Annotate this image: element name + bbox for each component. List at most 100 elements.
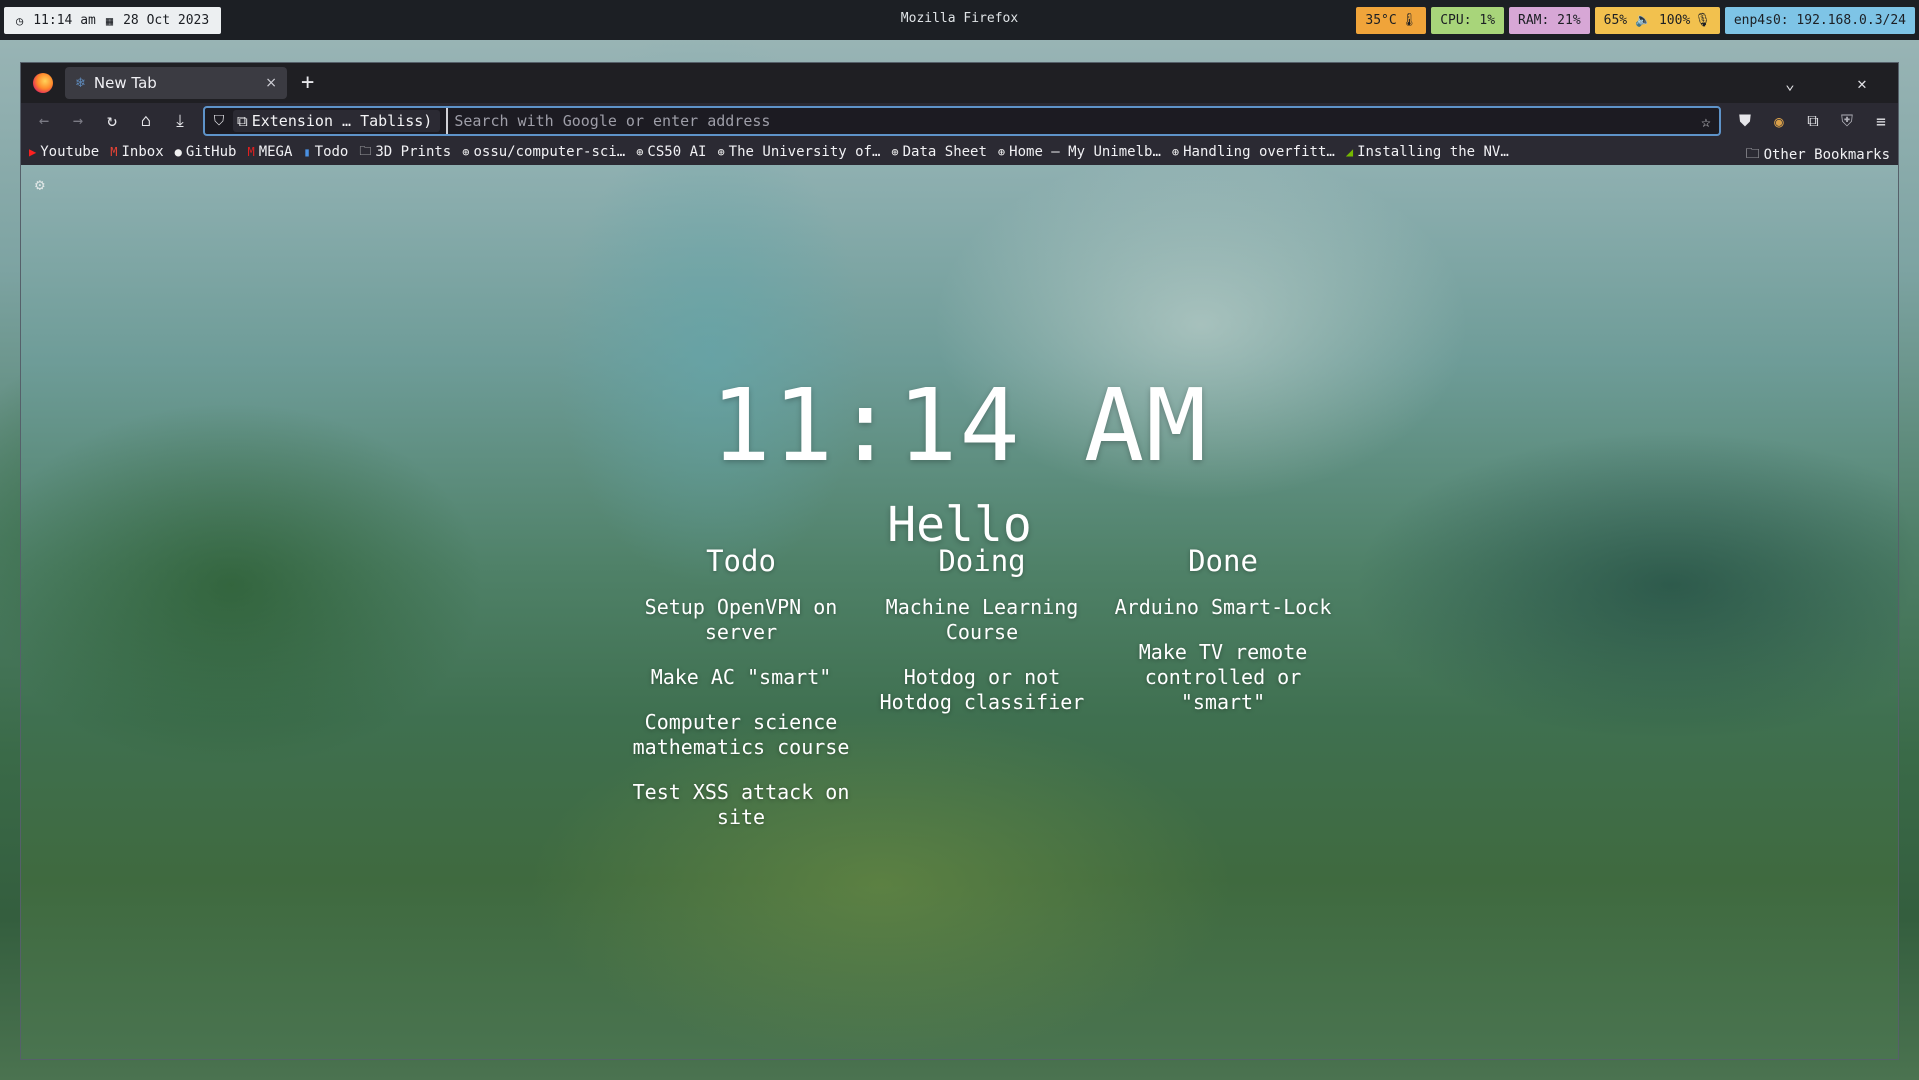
pocket-icon[interactable]: ⛊ (1728, 111, 1762, 131)
url-input[interactable] (446, 108, 1693, 134)
extensions-puzzle-icon[interactable]: ⧉ (1796, 111, 1830, 131)
bookmark-label: 3D Prints (375, 144, 452, 160)
ublock-shield-icon[interactable]: ⛨ (1830, 111, 1864, 131)
todo-card[interactable]: Hotdog or not Hotdog classifier (862, 665, 1102, 715)
bookmark-label: Data Sheet (902, 144, 987, 160)
clock-time: 11:14 am (33, 13, 96, 28)
bookmark-item[interactable]: ⊕ ossu/computer-sci… (462, 144, 625, 160)
bookmark-label: Youtube (40, 144, 100, 160)
tab-new-tab[interactable]: ❄ New Tab × (65, 67, 287, 99)
column-title: Todo (706, 544, 776, 578)
bookmark-item[interactable]: 🗀 3D Prints (359, 142, 451, 163)
ram-module[interactable]: RAM: 21% (1509, 7, 1590, 34)
home-icon[interactable]: ⌂ (129, 111, 163, 131)
address-bar: ⛉ ⧉ Extension … Tabliss) ☆ (203, 106, 1721, 136)
globe-icon: ⊕ (636, 145, 644, 159)
bookmark-item[interactable]: ◢ Installing the NV… (1346, 144, 1509, 160)
page-clock: 11:14 AM (710, 367, 1209, 484)
folder-icon: 🗀 (1745, 146, 1760, 162)
bookmark-item[interactable]: ⊕ Handling overfitt… (1172, 144, 1335, 160)
github-icon: ● (174, 145, 182, 159)
todo-card[interactable]: Make TV remote controlled or "smart" (1103, 640, 1343, 715)
globe-icon: ⊕ (717, 145, 725, 159)
system-topbar: ◷ 11:14 am ▦ 28 Oct 2023 Mozilla Firefox… (0, 0, 1919, 40)
bookmark-item[interactable]: ⊕ The University of… (717, 144, 880, 160)
todo-card[interactable]: Make AC "smart" (621, 665, 861, 690)
network-value: enp4s0: 192.168.0.3/24 (1733, 13, 1906, 28)
clock-icon: ◷ (16, 13, 24, 28)
bookmark-label: Home — My Unimelb… (1009, 144, 1161, 160)
list-all-tabs-chevron-icon[interactable]: ⌄ (1754, 74, 1826, 93)
bookmark-label: The University of… (728, 144, 881, 160)
firefox-window: ❄ New Tab × + ⌄ ✕ ← → ↻ ⌂ ⤓ ⛉ ⧉ Extensio… (20, 62, 1899, 1060)
bookmark-item[interactable]: ▶ Youtube (29, 144, 99, 160)
globe-icon: ⊕ (891, 145, 899, 159)
bookmark-item[interactable]: M MEGA (247, 144, 292, 160)
globe-icon: ⊕ (997, 145, 1006, 159)
network-module[interactable]: enp4s0: 192.168.0.3/24 (1724, 7, 1915, 34)
board-column-done: Done Arduino Smart-Lock Make TV remote con… (1103, 543, 1343, 850)
column-title: Doing (938, 544, 1026, 578)
other-bookmarks-label: Other Bookmarks (1763, 147, 1890, 163)
settings-gear-icon[interactable]: ⚙ (35, 175, 45, 194)
bookmark-item[interactable]: M Inbox (110, 144, 163, 160)
bookmark-label: Inbox (121, 144, 164, 160)
bookmark-item[interactable]: ● GitHub (175, 144, 237, 160)
bookmark-item[interactable]: ⊕ Home — My Unimelb… (998, 144, 1161, 160)
board-column-doing: Doing Machine Learning Course Hotdog or no… (862, 543, 1102, 850)
temperature-value: 35°C (1365, 13, 1397, 28)
todo-card[interactable]: Computer science mathematics course (621, 710, 861, 760)
clock-date: 28 Oct 2023 (123, 13, 210, 28)
bookmark-label: CS50 AI (647, 144, 707, 160)
window-close-icon[interactable]: ✕ (1826, 74, 1898, 93)
profile-avatar-icon[interactable]: ◉ (1762, 112, 1796, 131)
cpu-value: CPU: 1% (1440, 13, 1496, 28)
todo-board: Todo Setup OpenVPN on server Make AC "smar… (621, 543, 1343, 850)
microphone-icon: 🎙 (1694, 13, 1711, 28)
extension-label: Extension … Tabliss) (251, 112, 433, 130)
forward-arrow-icon[interactable]: → (61, 111, 95, 131)
reload-icon[interactable]: ↻ (95, 111, 129, 131)
puzzle-piece-icon: ⧉ (237, 112, 248, 130)
new-tab-page: ⚙ 11:14 AM Hello Todo Setup OpenVPN on se… (21, 165, 1898, 1059)
tracking-shield-icon[interactable]: ⛉ (205, 113, 233, 129)
todo-card[interactable]: Test XSS attack on site (621, 780, 861, 830)
clock-widget[interactable]: ◷ 11:14 am ▦ 28 Oct 2023 (4, 7, 222, 34)
cpu-module[interactable]: CPU: 1% (1431, 7, 1505, 34)
bookmark-label: Installing the NV… (1357, 144, 1509, 160)
new-tab-button[interactable]: + (301, 72, 314, 94)
todo-card[interactable]: Setup OpenVPN on server (621, 595, 861, 645)
bookmark-label: Handling overfitt… (1183, 144, 1335, 160)
other-bookmarks-folder[interactable]: 🗀 Other Bookmarks (1746, 143, 1890, 167)
ram-value: RAM: 21% (1518, 13, 1581, 28)
tab-strip: ❄ New Tab × + ⌄ ✕ (21, 63, 1898, 103)
bookmark-label: GitHub (185, 144, 237, 160)
tabliss-icon: ❄ (75, 75, 86, 91)
bookmark-item[interactable]: ⊕ Data Sheet (891, 144, 987, 160)
navigation-toolbar: ← → ↻ ⌂ ⤓ ⛉ ⧉ Extension … Tabliss) ☆ ⛊ ◉… (21, 103, 1898, 139)
bookmark-star-icon[interactable]: ☆ (1693, 112, 1719, 131)
tab-close-icon[interactable]: × (265, 75, 277, 91)
temperature-module[interactable]: 35°C 🌡 (1356, 7, 1427, 34)
extension-identity-box[interactable]: ⧉ Extension … Tabliss) (233, 110, 441, 132)
youtube-icon: ▶ (29, 145, 37, 159)
firefox-logo-icon (33, 73, 53, 93)
trello-icon: ▮ (303, 145, 311, 159)
mega-icon: M (247, 145, 255, 159)
bookmark-label: ossu/computer-sci… (473, 144, 626, 160)
back-arrow-icon[interactable]: ← (27, 111, 61, 131)
todo-card[interactable]: Machine Learning Course (862, 595, 1102, 645)
globe-icon: ⊕ (462, 145, 470, 159)
todo-card[interactable]: Arduino Smart-Lock (1103, 595, 1343, 620)
tab-title: New Tab (93, 74, 157, 92)
bookmark-item[interactable]: ▮ Todo (303, 144, 348, 160)
download-icon[interactable]: ⤓ (163, 111, 197, 131)
battery-volume-module[interactable]: 65% 🔈 100% 🎙 (1594, 7, 1720, 34)
gmail-icon: M (110, 145, 118, 159)
thermometer-icon: 🌡 (1400, 13, 1418, 28)
bookmark-item[interactable]: ⊕ CS50 AI (636, 144, 706, 160)
hamburger-menu-icon[interactable]: ≡ (1864, 112, 1898, 131)
globe-icon: ⊕ (1171, 145, 1180, 159)
board-column-todo: Todo Setup OpenVPN on server Make AC "smar… (621, 543, 861, 850)
status-modules: 35°C 🌡 CPU: 1% RAM: 21% 65% 🔈 100% 🎙 enp… (1356, 7, 1915, 34)
